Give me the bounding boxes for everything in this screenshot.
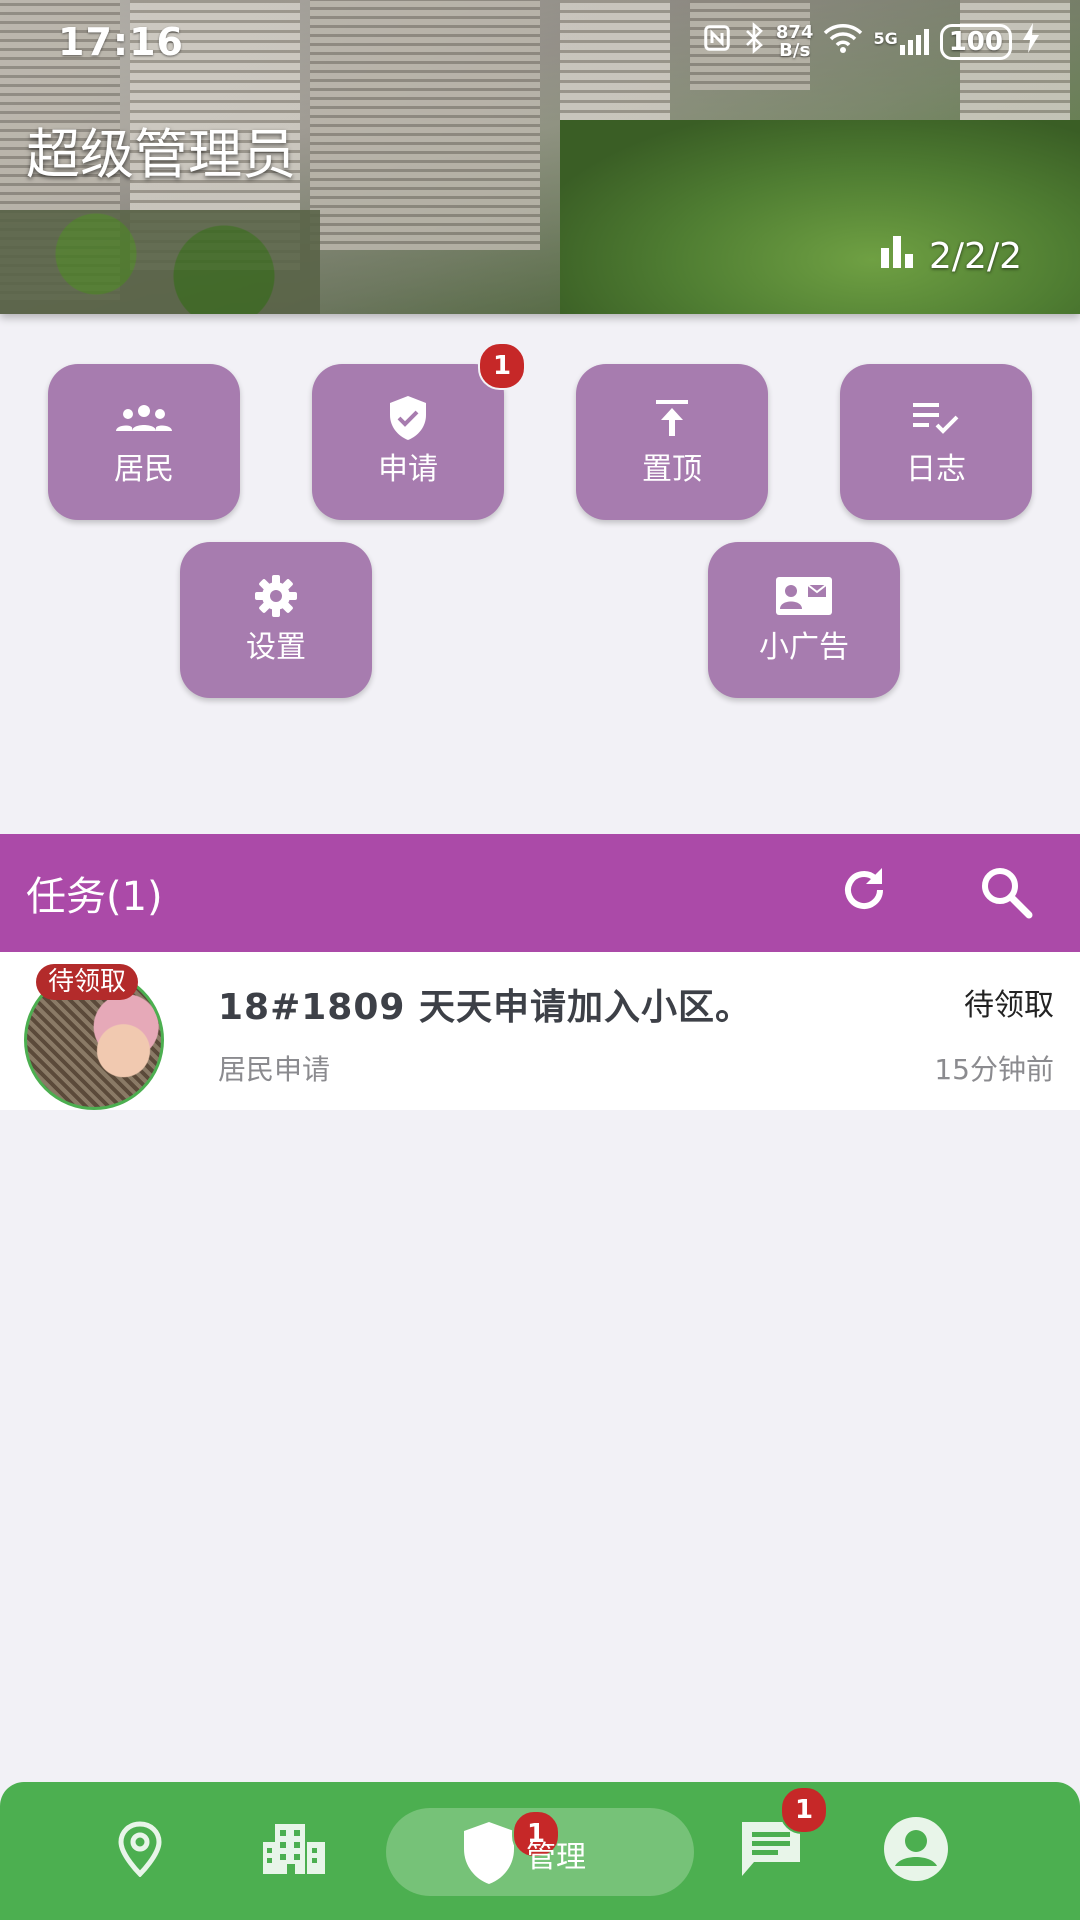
signal-icon: 5G bbox=[873, 28, 929, 55]
logs-label: 日志 bbox=[906, 452, 966, 487]
net-speed-unit: B/s bbox=[779, 39, 811, 61]
avatar-status-tag: 待领取 bbox=[36, 964, 139, 1000]
task-status: 待领取 bbox=[964, 988, 1054, 1023]
shield-check-icon bbox=[388, 396, 428, 440]
shield-icon bbox=[460, 1820, 518, 1890]
status-time: 17:16 bbox=[58, 20, 184, 64]
messages-badge: 1 bbox=[780, 1786, 828, 1834]
net-speed-value: 874 bbox=[775, 21, 814, 43]
stats-summary[interactable]: 2/2/2 bbox=[881, 236, 1022, 277]
ads-button[interactable]: 小广告 bbox=[708, 542, 900, 698]
pin-top-label: 置顶 bbox=[642, 452, 702, 487]
refresh-icon[interactable] bbox=[838, 864, 890, 920]
banner-park bbox=[560, 120, 1080, 314]
task-time: 15分钟前 bbox=[934, 1053, 1054, 1086]
list-check-icon bbox=[913, 396, 959, 440]
nav-manage-label: 管理 bbox=[526, 1840, 586, 1875]
header-banner: 17:16 874 B/s 5G 100 超级管理员 2/2/2 bbox=[0, 0, 1080, 314]
pin-top-icon bbox=[652, 396, 692, 440]
gear-icon bbox=[254, 574, 298, 618]
applications-button[interactable]: 申请 bbox=[312, 364, 504, 520]
logs-button[interactable]: 日志 bbox=[840, 364, 1032, 520]
task-title: 18#1809 天天申请加入小区。 bbox=[218, 987, 752, 1028]
nfc-icon bbox=[702, 23, 732, 60]
pin-top-button[interactable]: 置顶 bbox=[576, 364, 768, 520]
bottom-nav: 1 管理 1 bbox=[0, 1782, 1080, 1920]
applications-badge: 1 bbox=[478, 342, 526, 390]
account-circle-icon bbox=[883, 1816, 949, 1886]
status-icons: 874 B/s 5G 100 bbox=[702, 22, 1040, 61]
residents-label: 居民 bbox=[114, 452, 174, 487]
task-row[interactable]: 18#1809 天天申请加入小区。 待领取 居民申请 15分钟前 bbox=[0, 952, 1080, 1110]
task-subtitle: 居民申请 bbox=[218, 1053, 331, 1086]
task-header: 任务(1) bbox=[0, 834, 1080, 952]
wifi-icon bbox=[823, 23, 863, 60]
net-speed: 874 B/s bbox=[775, 21, 814, 61]
banner-trees bbox=[0, 210, 320, 314]
search-icon[interactable] bbox=[978, 864, 1034, 924]
charging-icon bbox=[1022, 23, 1040, 60]
building-icon bbox=[263, 1824, 325, 1878]
ads-label: 小广告 bbox=[759, 630, 849, 665]
page-title: 超级管理员 bbox=[26, 123, 296, 186]
bluetooth-icon bbox=[742, 22, 766, 61]
bar-chart-icon bbox=[881, 236, 917, 277]
settings-label: 设置 bbox=[246, 630, 306, 665]
nav-community[interactable] bbox=[254, 1782, 334, 1920]
applications-label: 申请 bbox=[378, 452, 438, 487]
residents-button[interactable]: 居民 bbox=[48, 364, 240, 520]
stats-value: 2/2/2 bbox=[929, 236, 1022, 277]
battery-indicator: 100 bbox=[939, 23, 1012, 60]
status-bar: 17:16 874 B/s 5G 100 bbox=[0, 0, 1080, 88]
nav-profile[interactable] bbox=[876, 1782, 956, 1920]
settings-button[interactable]: 设置 bbox=[180, 542, 372, 698]
nav-map[interactable] bbox=[100, 1782, 180, 1920]
contact-card-icon bbox=[776, 574, 832, 618]
nav-manage[interactable]: 1 管理 bbox=[386, 1808, 694, 1896]
location-pin-icon bbox=[115, 1821, 165, 1881]
people-icon bbox=[116, 396, 172, 440]
task-header-title: 任务(1) bbox=[26, 874, 163, 920]
network-type: 5G bbox=[873, 28, 898, 48]
